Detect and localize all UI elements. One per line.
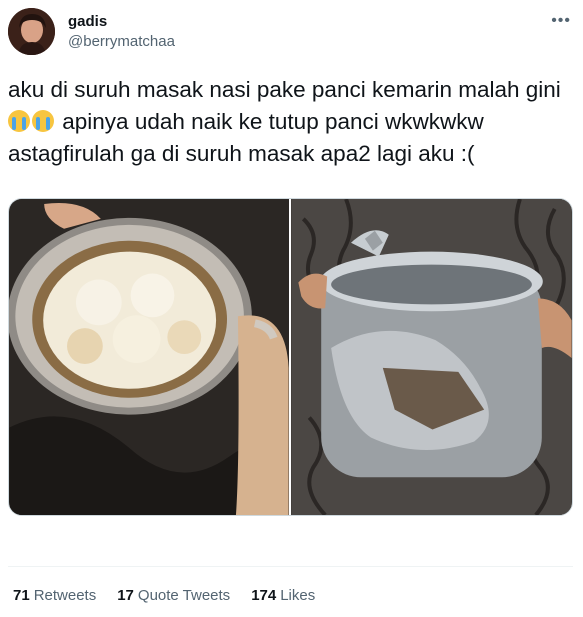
- loudly-crying-face-icon: [32, 110, 54, 132]
- tweet-line-2: apinya udah naik ke tutup panci wkwkwkw: [8, 106, 573, 138]
- retweets-count: 71: [13, 587, 30, 604]
- display-name[interactable]: gadis: [68, 13, 107, 30]
- loudly-crying-face-icon: [8, 110, 30, 132]
- tweet-line-3: astagfirulah ga di suruh masak apa2 lagi…: [8, 141, 475, 166]
- quote-tweets-count: 17: [117, 587, 134, 604]
- avatar-image: [8, 8, 55, 55]
- tweet-line-2-text: apinya udah naik ke tutup panci wkwkwkw: [62, 109, 484, 134]
- divider: [8, 566, 573, 567]
- retweets-label: Retweets: [33, 587, 97, 604]
- photo-rice-pot[interactable]: [9, 199, 289, 515]
- likes-label: Likes: [280, 587, 316, 604]
- likes-stat[interactable]: 174 Likes: [251, 587, 315, 604]
- likes-count: 174: [251, 587, 277, 604]
- burnt-pot-illustration: [291, 199, 572, 515]
- tweet-line-1: aku di suruh masak nasi pake panci kemar…: [8, 77, 561, 102]
- more-icon[interactable]: •••: [551, 12, 571, 30]
- media-grid: [8, 198, 573, 516]
- quote-tweets-stat[interactable]: 17 Quote Tweets: [117, 587, 230, 604]
- retweets-stat[interactable]: 71 Retweets: [13, 587, 96, 604]
- user-handle[interactable]: @berrymatchaa: [68, 33, 175, 50]
- tweet-text: aku di suruh masak nasi pake panci kemar…: [8, 74, 573, 170]
- tweet-stats: 71 Retweets 17 Quote Tweets 174 Likes: [13, 587, 315, 604]
- photo-burnt-pot[interactable]: [291, 199, 572, 515]
- quote-tweets-label: Quote Tweets: [137, 587, 231, 604]
- rice-pot-illustration: [9, 199, 289, 515]
- avatar[interactable]: [8, 8, 55, 55]
